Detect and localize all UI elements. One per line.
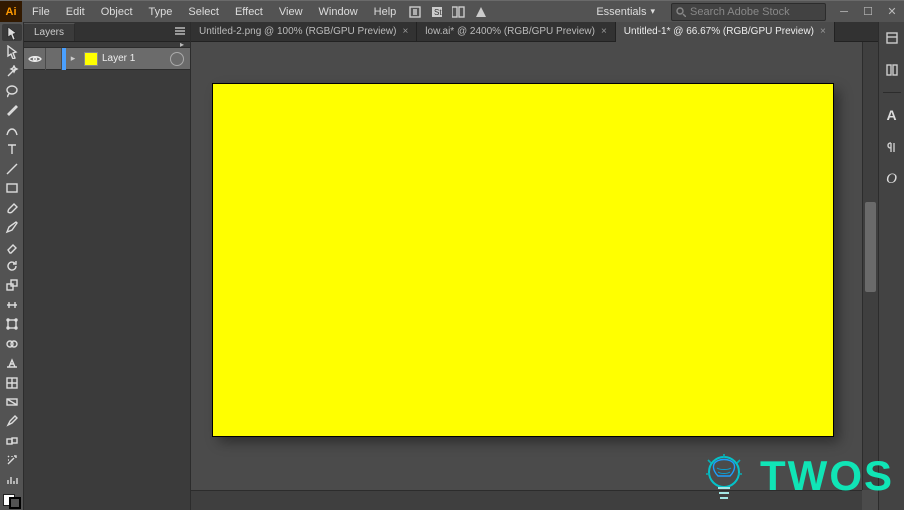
curvature-tool[interactable] <box>2 121 22 138</box>
artboard[interactable] <box>213 84 833 436</box>
scrollbar-thumb[interactable] <box>865 202 876 292</box>
document-tab[interactable]: Untitled-1* @ 66.67% (RGB/GPU Preview) × <box>616 22 835 42</box>
magic-wand-tool[interactable] <box>2 63 22 80</box>
expand-layer-icon[interactable]: ▸ <box>66 53 80 64</box>
rotate-tool[interactable] <box>2 257 22 274</box>
menu-help[interactable]: Help <box>366 1 405 22</box>
menu-window[interactable]: Window <box>311 1 366 22</box>
properties-panel-icon[interactable] <box>882 28 902 48</box>
scale-tool[interactable] <box>2 277 22 294</box>
document-tab-label: low.ai* @ 2400% (RGB/GPU Preview) <box>425 26 595 37</box>
perspective-grid-tool[interactable] <box>2 354 22 371</box>
menu-bar: Ai File Edit Object Type Select Effect V… <box>0 0 904 22</box>
panel-menu-icon[interactable] <box>170 21 190 41</box>
blend-tool[interactable] <box>2 432 22 449</box>
lightbulb-icon <box>696 448 752 504</box>
layer-name-label[interactable]: Layer 1 <box>102 53 170 64</box>
free-transform-tool[interactable] <box>2 316 22 333</box>
menu-type[interactable]: Type <box>141 1 181 22</box>
layers-panel: Layers ▸ ▸ Layer 1 <box>24 22 191 510</box>
eyedropper-tool[interactable] <box>2 413 22 430</box>
stroke-swatch[interactable] <box>9 497 21 509</box>
panel-collapse-icon[interactable]: ▸ <box>180 42 184 47</box>
search-placeholder: Search Adobe Stock <box>690 6 790 18</box>
document-tab-label: Untitled-1* @ 66.67% (RGB/GPU Preview) <box>624 26 814 37</box>
pencil-tool[interactable] <box>2 218 22 235</box>
paintbrush-tool[interactable] <box>2 199 22 216</box>
app-logo: Ai <box>0 1 22 23</box>
document-tab[interactable]: Untitled-2.png @ 100% (RGB/GPU Preview) … <box>191 22 417 42</box>
bridge-icon[interactable] <box>404 1 426 23</box>
line-tool[interactable] <box>2 160 22 177</box>
arrange-docs-icon[interactable] <box>448 1 470 23</box>
layer-thumbnail <box>84 52 98 66</box>
canvas-viewport[interactable] <box>191 42 878 510</box>
toolbox <box>0 22 24 510</box>
menu-object[interactable]: Object <box>93 1 141 22</box>
eraser-tool[interactable] <box>2 238 22 255</box>
menu-select[interactable]: Select <box>180 1 227 22</box>
lock-toggle[interactable] <box>46 48 62 70</box>
layers-tab[interactable]: Layers <box>24 23 75 41</box>
document-tab[interactable]: low.ai* @ 2400% (RGB/GPU Preview) × <box>417 22 616 42</box>
search-stock-input[interactable]: Search Adobe Stock <box>671 3 826 21</box>
close-button[interactable]: ✕ <box>880 2 904 22</box>
search-icon <box>676 7 686 17</box>
eye-icon <box>28 54 42 64</box>
close-tab-icon[interactable]: × <box>402 26 408 37</box>
menu-view[interactable]: View <box>271 1 311 22</box>
shape-builder-tool[interactable] <box>2 335 22 352</box>
gpu-icon[interactable] <box>470 1 492 23</box>
menu-effect[interactable]: Effect <box>227 1 271 22</box>
workspace-label: Essentials <box>596 6 646 18</box>
gradient-tool[interactable] <box>2 393 22 410</box>
minimize-button[interactable]: ─ <box>832 2 856 22</box>
libraries-panel-icon[interactable] <box>882 60 902 80</box>
chevron-down-icon: ▾ <box>650 6 655 17</box>
visibility-toggle[interactable] <box>24 48 46 70</box>
right-dock: A O <box>878 22 904 510</box>
menu-edit[interactable]: Edit <box>58 1 93 22</box>
layer-row[interactable]: ▸ Layer 1 <box>24 48 190 70</box>
character-panel-icon[interactable]: A <box>882 105 902 125</box>
paragraph-panel-icon[interactable] <box>882 137 902 157</box>
column-graph-tool[interactable] <box>2 471 22 488</box>
pen-tool[interactable] <box>2 102 22 119</box>
watermark-text: TWOS <box>760 452 894 500</box>
document-tab-strip: Untitled-2.png @ 100% (RGB/GPU Preview) … <box>191 22 878 42</box>
stock-icon[interactable]: St <box>426 1 448 23</box>
maximize-button[interactable]: ☐ <box>856 2 880 22</box>
watermark: TWOS <box>696 448 894 504</box>
fill-stroke-swatch[interactable] <box>2 493 22 510</box>
close-tab-icon[interactable]: × <box>820 26 826 37</box>
type-tool[interactable] <box>2 141 22 158</box>
selection-tool[interactable] <box>2 24 22 41</box>
window-buttons: ─ ☐ ✕ <box>832 2 904 22</box>
layer-target-icon[interactable] <box>170 52 184 66</box>
glyphs-panel-icon[interactable]: O <box>882 169 902 189</box>
mesh-tool[interactable] <box>2 374 22 391</box>
lasso-tool[interactable] <box>2 82 22 99</box>
workspace-switcher[interactable]: Essentials ▾ <box>586 1 665 23</box>
svg-text:St: St <box>434 8 442 17</box>
width-tool[interactable] <box>2 296 22 313</box>
direct-selection-tool[interactable] <box>2 43 22 60</box>
document-area: Untitled-2.png @ 100% (RGB/GPU Preview) … <box>191 22 878 510</box>
symbol-sprayer-tool[interactable] <box>2 452 22 469</box>
close-tab-icon[interactable]: × <box>601 26 607 37</box>
rectangle-tool[interactable] <box>2 180 22 197</box>
document-tab-label: Untitled-2.png @ 100% (RGB/GPU Preview) <box>199 26 396 37</box>
menu-file[interactable]: File <box>24 1 58 22</box>
vertical-scrollbar[interactable] <box>862 42 878 490</box>
